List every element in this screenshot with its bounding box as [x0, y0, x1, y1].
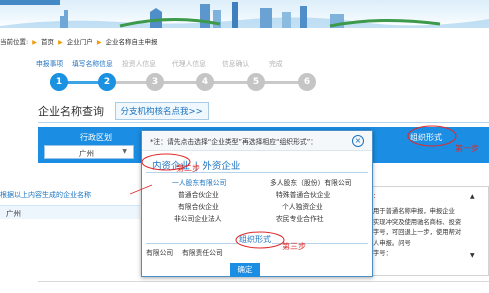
step-label-3: 投资人信息: [122, 60, 156, 68]
option-general-partnership[interactable]: 普通合伙企业: [178, 189, 219, 199]
breadcrumb: 当前位置: ▶ 首页 ▶ 企业门户 ▶ 企业名称自主申报: [0, 36, 158, 46]
option-farmer-cooperative[interactable]: 农民专业合作社: [276, 213, 324, 223]
chevron-right-icon: ▶: [32, 39, 37, 46]
tab-foreign-enterprise[interactable]: 外资企业: [200, 157, 242, 173]
step-label-5: 信息确认: [222, 60, 250, 68]
confirm-button[interactable]: 确定: [230, 263, 260, 277]
scroll-down-icon[interactable]: ▼: [470, 252, 475, 259]
option-sole-proprietorship[interactable]: 个人独资企业: [282, 201, 323, 211]
info-line: 字号，可回退上一步，使用帮对: [373, 229, 462, 236]
chevron-right-icon: ▶: [58, 39, 63, 46]
option-non-company-legal-person[interactable]: 非公司企业法人: [174, 213, 222, 223]
annotation-step-one: 第一步: [455, 144, 479, 153]
step-label-1: 申报事项: [36, 60, 64, 68]
info-line: 字号：: [373, 250, 392, 257]
progress-steps: 申报事项 填写名称信息 投资人信息 代理人信息 信息确认 完成 1 2 3 4 …: [36, 58, 336, 94]
info-line: 人申报。问号: [373, 239, 411, 247]
section-title-row: 企业名称查询 分支机构核名点我>>: [38, 102, 209, 120]
header-banner: [0, 0, 489, 28]
info-line: 用于普通名称申报，申报企业: [373, 208, 455, 215]
breadcrumb-current: 企业名称自主申报: [105, 38, 158, 46]
info-panel-text: 用于普通名称申报，申报企业 实现冲突及使用驰名商标、投资 字号，可回退上一步，使…: [373, 207, 473, 260]
org-option-llc[interactable]: 有限责任公司: [182, 247, 223, 257]
step-circle-3: 3: [146, 73, 164, 91]
page-title: 企业名称查询: [38, 105, 104, 118]
option-multi-shareholder-ltd[interactable]: 多人股东（股份）有限公司: [270, 177, 352, 187]
breadcrumb-prefix: 当前位置:: [0, 38, 29, 46]
region-select-value: 广州: [79, 149, 94, 158]
step-label-2: 填写名称信息: [72, 60, 113, 68]
close-icon[interactable]: ×: [352, 135, 364, 147]
dialog-header: *注：请先点击选择“企业类型”再选择相应“组织形式”： ×: [142, 131, 372, 151]
step-label-4: 代理人信息: [172, 60, 206, 68]
city-skyline-graphic: [0, 0, 489, 28]
column-header-region: 行政区划: [80, 133, 112, 142]
step-circle-4: 4: [196, 73, 214, 91]
info-panel-colon: :: [373, 191, 376, 200]
annotation-step-two: 第二步: [176, 164, 200, 173]
branch-name-check-button[interactable]: 分支机构核名点我>>: [114, 102, 209, 120]
chevron-down-icon: ▼: [122, 148, 127, 155]
option-limited-partnership[interactable]: 有限合伙企业: [178, 201, 219, 211]
step-circle-6: 6: [298, 73, 316, 91]
divider: [38, 122, 489, 123]
generated-name-label: 根据以上内容生成的企业名称: [0, 191, 91, 199]
breadcrumb-home[interactable]: 首页: [41, 36, 54, 46]
dialog-notice: *注：请先点击选择“企业类型”再选择相应“组织形式”：: [150, 138, 318, 146]
column-header-org-form: 组织形式: [410, 133, 442, 142]
divider: [38, 281, 489, 282]
option-special-general-partnership[interactable]: 特殊普通合伙企业: [276, 189, 330, 199]
step-circle-2: 2: [98, 73, 116, 91]
chevron-right-icon: ▶: [96, 39, 102, 46]
step-label-6: 完成: [269, 60, 283, 68]
result-row: 广州: [0, 205, 140, 219]
info-line: 实现冲突及使用驰名商标、投资: [373, 218, 462, 226]
step-circle-5: 5: [247, 73, 265, 91]
step-circle-1: 1: [50, 73, 68, 91]
option-single-shareholder-ltd[interactable]: 一人股东有限公司: [172, 177, 226, 187]
org-option-ltd[interactable]: 有限公司: [146, 247, 173, 257]
scroll-up-icon[interactable]: ▲: [470, 193, 475, 200]
enterprise-type-dialog: *注：请先点击选择“企业类型”再选择相应“组织形式”： × 内资企业 | 外资企…: [141, 130, 373, 277]
annotation-step-three: 第三步: [282, 242, 306, 251]
region-select[interactable]: 广州 ▼: [44, 145, 134, 159]
result-cell-region: 广州: [6, 209, 21, 218]
org-form-heading: 组织形式: [238, 234, 272, 245]
breadcrumb-portal[interactable]: 企业门户: [67, 36, 93, 46]
